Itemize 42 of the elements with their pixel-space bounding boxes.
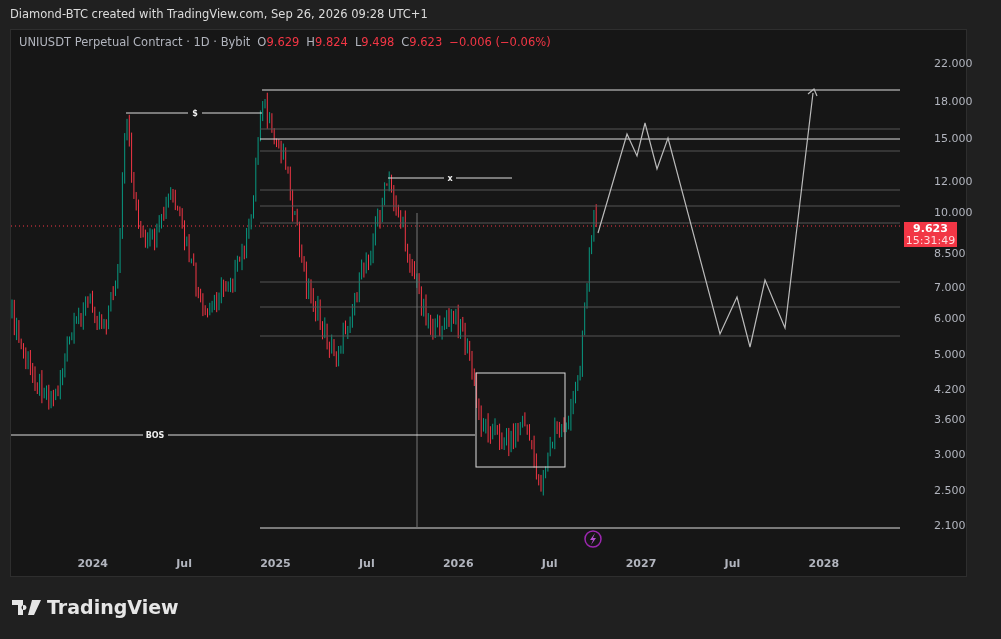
- line-label: x: [447, 174, 453, 183]
- price-axis-label: 10.000: [934, 206, 973, 220]
- time-axis-label: Jul: [176, 556, 192, 570]
- ohlc-value: O9.629: [257, 35, 300, 49]
- time-axis-label: 2026: [442, 556, 474, 570]
- lightning-icon[interactable]: [584, 530, 602, 548]
- time-axis-label: 2025: [260, 556, 291, 570]
- ohlc-value: C9.623: [401, 35, 443, 49]
- price-axis-label: 4.200: [934, 383, 966, 397]
- symbol-title: UNIUSDT Perpetual Contract · 1D · Bybit: [19, 35, 251, 49]
- level-line: [125, 112, 189, 114]
- price-axis-label: 5.000: [934, 348, 966, 362]
- time-axis-label: Jul: [724, 556, 741, 570]
- price-axis-label: 3.000: [934, 448, 966, 462]
- time-axis-label: 2027: [625, 556, 657, 570]
- chart-credit-text: Diamond-BTC created with TradingView.com, Sep 26, 2026 09:28 UTC+1: [9, 6, 429, 23]
- level-line: [455, 177, 513, 179]
- price-change: −0.006 (−0.06%): [449, 35, 551, 49]
- current-price: 9.623: [913, 222, 948, 235]
- time-axis-label: 2028: [808, 556, 840, 570]
- price-axis-label: 7.000: [934, 281, 966, 295]
- price-axis-label: 22.000: [934, 57, 973, 71]
- line-label: $: [192, 109, 198, 118]
- price-axis-label: 6.000: [934, 312, 966, 326]
- price-axis-label: 18.000: [934, 95, 973, 109]
- brand-name: TradingView: [47, 596, 179, 618]
- time-axis-label: Jul: [541, 556, 558, 570]
- ohlc-value: L9.498: [354, 35, 395, 49]
- time-axis-label: 2024: [77, 556, 108, 570]
- price-axis-label: 2.100: [934, 519, 966, 533]
- time-axis-label: Jul: [359, 556, 375, 570]
- price-axis-label: 3.600: [934, 413, 966, 427]
- logo-icon: [12, 599, 41, 615]
- level-line: [387, 177, 445, 179]
- price-axis-label: 2.500: [934, 484, 966, 498]
- price-axis-label: 12.000: [934, 175, 973, 189]
- line-label: BOS: [145, 431, 165, 440]
- countdown-timer: 15:31:49: [905, 234, 956, 247]
- price-axis-label: 8.500: [934, 247, 966, 261]
- price-axis-label: 15.000: [934, 132, 973, 146]
- ohlc-value: H9.824: [306, 35, 348, 49]
- level-line: [201, 112, 263, 114]
